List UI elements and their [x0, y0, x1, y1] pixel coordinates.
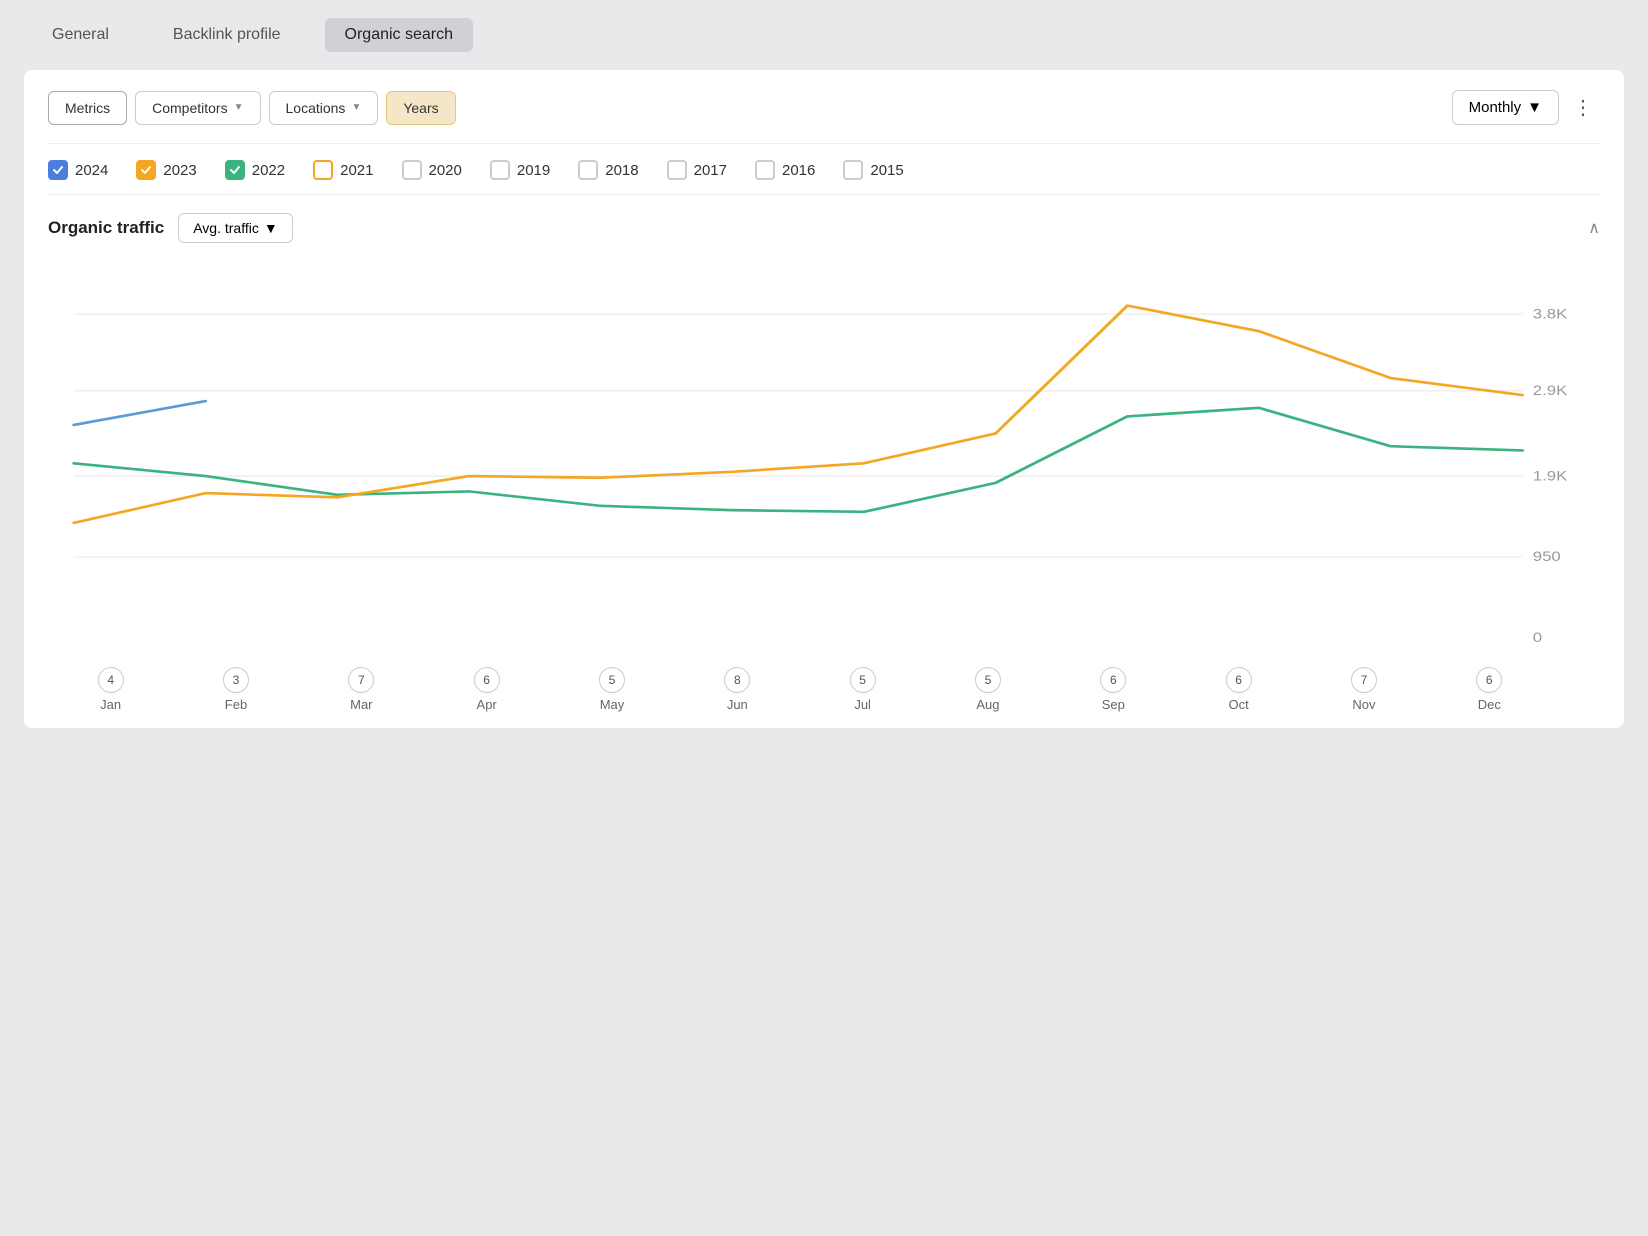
monthly-chevron: ▼	[1527, 99, 1542, 116]
x-label-oct: 6 Oct	[1176, 667, 1301, 712]
checkbox-2015[interactable]	[843, 160, 863, 180]
years-button[interactable]: Years	[386, 91, 455, 125]
x-badge-feb: 3	[223, 667, 249, 693]
avg-chevron: ▼	[264, 220, 278, 236]
competitors-button[interactable]: Competitors ▼	[135, 91, 260, 125]
x-badge-may: 5	[599, 667, 625, 693]
year-item-2020[interactable]: 2020	[402, 160, 462, 180]
x-axis-row: 4 Jan 3 Feb 7 Mar 6 Apr 5 May 8 Jun 5 Jul 5 Aug 6 Sep 6 Oct…	[48, 659, 1552, 728]
x-label-nov: 7 Nov	[1301, 667, 1426, 712]
x-badge-jul: 5	[850, 667, 876, 693]
locations-button[interactable]: Locations ▼	[269, 91, 379, 125]
year-checkboxes: 2024 2023 2022 2021 2020 2019 2018 2017 2016 20…	[48, 144, 1600, 195]
svg-text:1.9K: 1.9K	[1533, 469, 1568, 484]
month-label-feb: Feb	[225, 697, 247, 712]
year-item-2018[interactable]: 2018	[578, 160, 638, 180]
checkbox-2023[interactable]	[136, 160, 156, 180]
month-label-sep: Sep	[1102, 697, 1125, 712]
month-label-dec: Dec	[1478, 697, 1501, 712]
year-item-2023[interactable]: 2023	[136, 160, 196, 180]
month-label-may: May	[600, 697, 625, 712]
checkbox-2021[interactable]	[313, 160, 333, 180]
checkbox-2016[interactable]	[755, 160, 775, 180]
more-button[interactable]: ⋮	[1567, 91, 1600, 124]
checkbox-2019[interactable]	[490, 160, 510, 180]
year-item-2021[interactable]: 2021	[313, 160, 373, 180]
collapse-button[interactable]: ∧	[1588, 218, 1600, 238]
x-label-jul: 5 Jul	[800, 667, 925, 712]
chart-section: Organic traffic Avg. traffic ▼ ∧ 950 1.9K…	[48, 195, 1600, 728]
x-label-jun: 8 Jun	[675, 667, 800, 712]
year-label-2018: 2018	[605, 162, 638, 179]
month-label-mar: Mar	[350, 697, 372, 712]
x-label-dec: 6 Dec	[1427, 667, 1552, 712]
year-item-2016[interactable]: 2016	[755, 160, 815, 180]
x-label-apr: 6 Apr	[424, 667, 549, 712]
chart-title: Organic traffic	[48, 218, 164, 238]
nav-organic[interactable]: Organic search	[325, 18, 474, 52]
month-label-jan: Jan	[100, 697, 121, 712]
chart-svg: 950 1.9K 2.9K 3.8K 0	[48, 259, 1600, 659]
locations-chevron: ▼	[351, 102, 361, 113]
year-label-2021: 2021	[340, 162, 373, 179]
checkbox-2024[interactable]	[48, 160, 68, 180]
x-badge-aug: 5	[975, 667, 1001, 693]
x-label-feb: 3 Feb	[173, 667, 298, 712]
x-label-sep: 6 Sep	[1051, 667, 1176, 712]
month-label-jul: Jul	[854, 697, 871, 712]
x-badge-oct: 6	[1226, 667, 1252, 693]
filter-row: Metrics Competitors ▼ Locations ▼ Years …	[48, 90, 1600, 144]
nav-general[interactable]: General	[32, 18, 129, 52]
x-label-jan: 4 Jan	[48, 667, 173, 712]
checkbox-2020[interactable]	[402, 160, 422, 180]
year-label-2023: 2023	[163, 162, 196, 179]
x-label-mar: 7 Mar	[299, 667, 424, 712]
monthly-button[interactable]: Monthly ▼	[1452, 90, 1559, 125]
month-label-oct: Oct	[1229, 697, 1249, 712]
month-label-apr: Apr	[477, 697, 497, 712]
svg-text:3.8K: 3.8K	[1533, 307, 1568, 322]
x-badge-sep: 6	[1100, 667, 1126, 693]
metrics-button[interactable]: Metrics	[48, 91, 127, 125]
year-item-2024[interactable]: 2024	[48, 160, 108, 180]
avg-traffic-button[interactable]: Avg. traffic ▼	[178, 213, 292, 243]
year-label-2019: 2019	[517, 162, 550, 179]
svg-text:0: 0	[1533, 631, 1542, 646]
main-card: Metrics Competitors ▼ Locations ▼ Years …	[24, 70, 1624, 728]
year-item-2019[interactable]: 2019	[490, 160, 550, 180]
nav-backlink[interactable]: Backlink profile	[153, 18, 301, 52]
year-label-2020: 2020	[429, 162, 462, 179]
competitors-chevron: ▼	[234, 102, 244, 113]
checkbox-2017[interactable]	[667, 160, 687, 180]
x-label-may: 5 May	[549, 667, 674, 712]
month-label-jun: Jun	[727, 697, 748, 712]
checkbox-2022[interactable]	[225, 160, 245, 180]
x-badge-dec: 6	[1476, 667, 1502, 693]
chart-area: 950 1.9K 2.9K 3.8K 0	[48, 259, 1600, 659]
year-label-2016: 2016	[782, 162, 815, 179]
year-item-2015[interactable]: 2015	[843, 160, 903, 180]
year-label-2022: 2022	[252, 162, 285, 179]
svg-text:950: 950	[1533, 550, 1561, 565]
year-label-2015: 2015	[870, 162, 903, 179]
year-label-2017: 2017	[694, 162, 727, 179]
svg-text:2.9K: 2.9K	[1533, 383, 1568, 398]
month-label-aug: Aug	[976, 697, 999, 712]
top-nav: General Backlink profile Organic search	[0, 0, 1648, 70]
month-label-nov: Nov	[1352, 697, 1375, 712]
x-badge-apr: 6	[474, 667, 500, 693]
year-item-2017[interactable]: 2017	[667, 160, 727, 180]
year-item-2022[interactable]: 2022	[225, 160, 285, 180]
x-label-aug: 5 Aug	[925, 667, 1050, 712]
x-badge-jan: 4	[98, 667, 124, 693]
x-badge-jun: 8	[724, 667, 750, 693]
checkbox-2018[interactable]	[578, 160, 598, 180]
year-label-2024: 2024	[75, 162, 108, 179]
x-badge-mar: 7	[348, 667, 374, 693]
x-badge-nov: 7	[1351, 667, 1377, 693]
